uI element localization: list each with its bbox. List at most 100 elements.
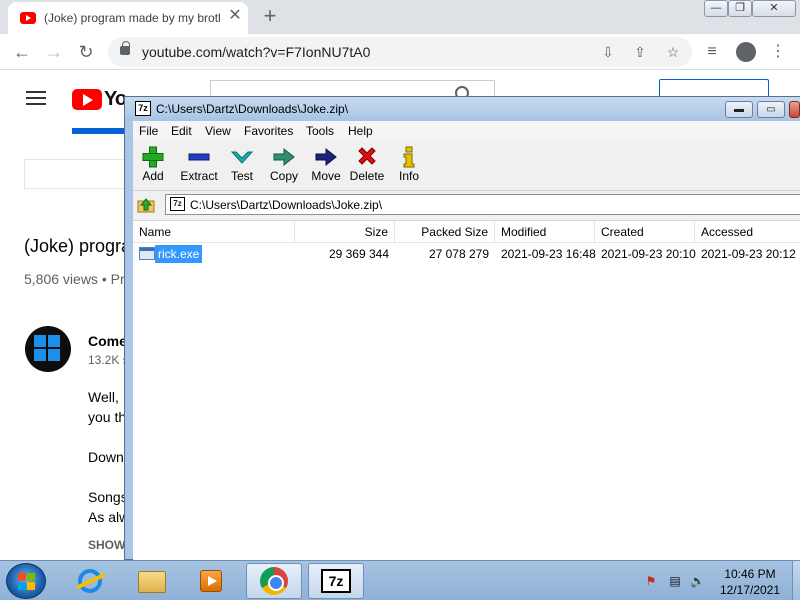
sevenzip-toolbar: Add Extract Test Copy Move Delete Info: [133, 141, 800, 191]
action-center-flag-icon[interactable]: ⚑: [644, 574, 658, 588]
start-button[interactable]: [6, 563, 46, 599]
menu-file[interactable]: File: [139, 124, 158, 138]
windows-flag-red: [18, 573, 26, 581]
network-icon[interactable]: ▤: [668, 574, 682, 588]
column-accessed[interactable]: Accessed: [695, 221, 800, 243]
windows-logo-pane: [34, 335, 46, 347]
file-created: 2021-09-23 20:10: [601, 247, 696, 261]
youtube-favicon-icon: [20, 12, 36, 24]
sevenzip-minimize-button[interactable]: ▬: [725, 101, 753, 118]
hamburger-menu-icon[interactable]: [26, 91, 46, 105]
info-label: Info: [398, 169, 419, 183]
description-line: Down: [88, 449, 124, 465]
description-line: you th: [88, 409, 127, 425]
channel-name[interactable]: Come: [88, 333, 127, 349]
browser-minimize-button[interactable]: —: [704, 0, 728, 17]
volume-icon[interactable]: 🔈: [690, 574, 705, 588]
column-size[interactable]: Size: [295, 221, 395, 243]
sevenzip-menubar: File Edit View Favorites Tools Help: [133, 121, 800, 141]
install-icon[interactable]: ⇩: [598, 42, 618, 62]
archive-icon: 7z: [170, 197, 185, 211]
move-button[interactable]: Move: [306, 146, 346, 190]
new-tab-button[interactable]: +: [258, 5, 282, 29]
url-text[interactable]: youtube.com/watch?v=F7IonNU7tA0: [142, 44, 370, 60]
profile-icon[interactable]: [736, 42, 756, 62]
menu-icon[interactable]: ⋮: [766, 40, 790, 64]
clock-time[interactable]: 10:46 PM: [712, 567, 788, 581]
youtube-logo-icon[interactable]: [72, 89, 102, 110]
test-label: Test: [230, 169, 253, 183]
sevenzip-titlebar[interactable]: 7z C:\Users\Dartz\Downloads\Joke.zip\ ▬ …: [125, 97, 800, 121]
menu-help[interactable]: Help: [348, 124, 373, 138]
tab-close-icon[interactable]: ✕: [226, 7, 244, 25]
menu-edit[interactable]: Edit: [171, 124, 192, 138]
file-accessed: 2021-09-23 20:12: [701, 247, 796, 261]
windows-explorer-icon[interactable]: [138, 571, 166, 593]
internet-explorer-icon[interactable]: [78, 569, 102, 593]
file-list-header: Name Size Packed Size Modified Created A…: [133, 221, 800, 243]
menu-favorites[interactable]: Favorites: [244, 124, 293, 138]
media-player-icon[interactable]: [200, 570, 222, 592]
add-label: Add: [142, 169, 164, 183]
file-row[interactable]: rick.exe 29 369 344 27 078 279 2021-09-2…: [133, 244, 800, 264]
test-button[interactable]: Test: [222, 146, 262, 190]
subscriber-count: 13.2K s: [88, 353, 129, 367]
lock-icon[interactable]: [120, 41, 130, 55]
folder-up-icon[interactable]: [137, 197, 155, 213]
browser-close-button[interactable]: ✕: [752, 0, 796, 17]
sevenzip-file-list[interactable]: Name Size Packed Size Modified Created A…: [133, 220, 800, 560]
description-line: Well, I: [88, 389, 127, 405]
playlist-icon[interactable]: ≡: [700, 40, 724, 64]
copy-label: Copy: [269, 169, 298, 183]
plus-icon: [142, 146, 164, 168]
chrome-icon[interactable]: [260, 567, 288, 595]
reload-button[interactable]: ↻: [74, 40, 98, 64]
file-name[interactable]: rick.exe: [155, 245, 203, 263]
extract-button[interactable]: Extract: [176, 146, 222, 190]
column-modified[interactable]: Modified: [495, 221, 595, 243]
windows-logo-pane: [34, 349, 46, 361]
extract-label: Extract: [180, 169, 218, 183]
column-created[interactable]: Created: [595, 221, 695, 243]
youtube-logo-text[interactable]: Yo: [104, 88, 127, 111]
share-icon[interactable]: ⇪: [630, 42, 650, 62]
move-arrow-icon: [315, 147, 337, 167]
7zip-icon[interactable]: 7z: [321, 569, 351, 593]
clock-date[interactable]: 12/17/2021: [712, 583, 788, 597]
column-packed-size[interactable]: Packed Size: [395, 221, 495, 243]
windows-flag-green: [27, 573, 35, 581]
menu-view[interactable]: View: [205, 124, 231, 138]
copy-button[interactable]: Copy: [264, 146, 304, 190]
browser-maximize-button[interactable]: ❐: [728, 0, 752, 17]
menu-tools[interactable]: Tools: [306, 124, 334, 138]
star-icon[interactable]: ☆: [663, 42, 683, 62]
sevenzip-window-title: C:\Users\Dartz\Downloads\Joke.zip\: [156, 102, 349, 116]
comment-input[interactable]: [24, 159, 134, 189]
sevenzip-app-icon[interactable]: 7z: [135, 101, 151, 116]
info-button[interactable]: Info: [389, 146, 429, 190]
column-name[interactable]: Name: [133, 221, 295, 243]
sevenzip-close-button[interactable]: [789, 101, 800, 118]
browser-tab[interactable]: (Joke) program made by my brother ✕: [8, 2, 248, 34]
delete-button[interactable]: Delete: [345, 146, 389, 190]
file-modified: 2021-09-23 16:48: [501, 247, 596, 261]
show-desktop-button[interactable]: [792, 561, 800, 600]
file-packed-size: 27 078 279: [428, 247, 489, 261]
video-title: (Joke) progra: [24, 236, 132, 256]
sevenzip-client-area: File Edit View Favorites Tools Help Add …: [133, 121, 800, 560]
move-label: Move: [311, 169, 341, 183]
forward-button[interactable]: →: [42, 40, 66, 64]
windows-flag-yellow: [27, 582, 35, 590]
sevenzip-window: 7z C:\Users\Dartz\Downloads\Joke.zip\ ▬ …: [124, 96, 800, 560]
sevenzip-path-field[interactable]: 7z C:\Users\Dartz\Downloads\Joke.zip\: [165, 194, 800, 215]
back-button[interactable]: ←: [10, 40, 34, 64]
file-size: 29 369 344: [328, 247, 389, 261]
sevenzip-maximize-button[interactable]: ▭: [757, 101, 785, 118]
minus-icon: [188, 153, 210, 161]
show-more-button[interactable]: SHOW: [88, 538, 125, 552]
channel-avatar[interactable]: [25, 326, 71, 372]
address-bar[interactable]: youtube.com/watch?v=F7IonNU7tA0 ⇩ ⇪ ☆: [108, 37, 692, 67]
add-button[interactable]: Add: [133, 146, 173, 190]
sevenzip-path-text[interactable]: C:\Users\Dartz\Downloads\Joke.zip\: [190, 198, 382, 212]
browser-toolbar: ← → ↻ youtube.com/watch?v=F7IonNU7tA0 ⇩ …: [0, 34, 800, 70]
